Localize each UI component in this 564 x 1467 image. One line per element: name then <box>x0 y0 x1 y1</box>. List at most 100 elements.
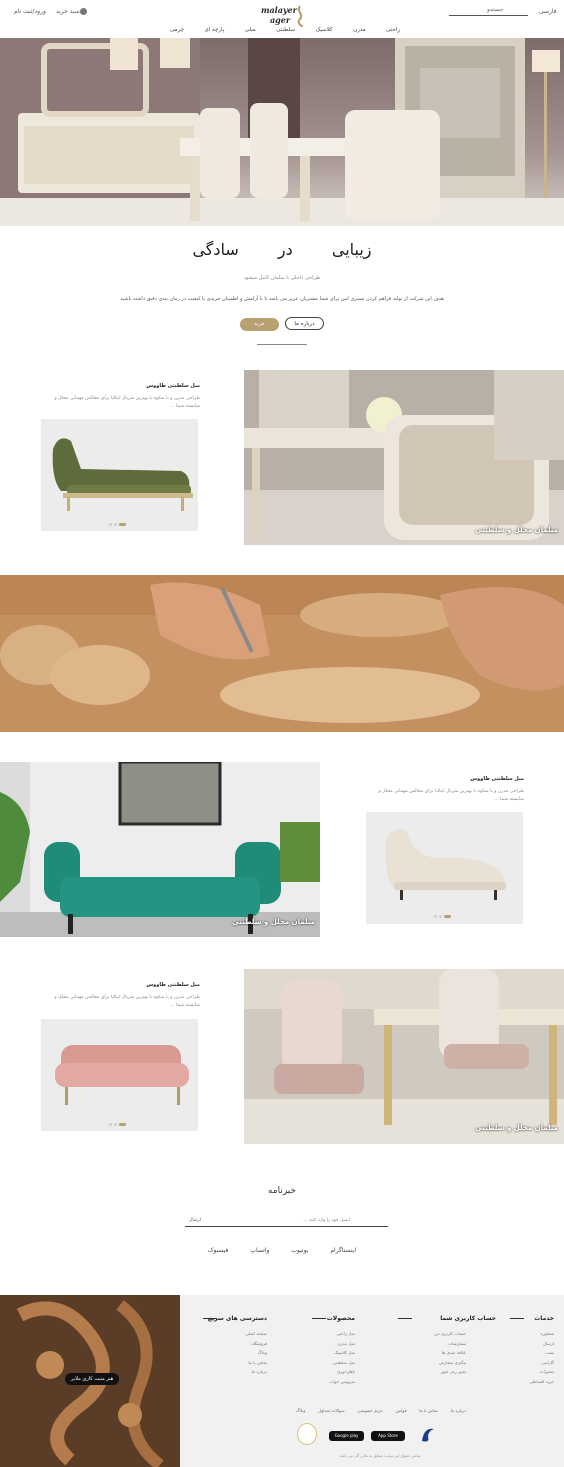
divider <box>312 1318 326 1319</box>
google-play-badge[interactable]: Google play <box>329 1431 364 1441</box>
copyright: تمامی حقوق این سایت متعلق به ملایر آگر م… <box>339 1453 421 1458</box>
hero-subtitle: طراحی داخلی با مبلمان کامل میشود <box>243 275 321 281</box>
footer-link[interactable]: مبل سلطنتی <box>329 1358 355 1368</box>
footer-link[interactable]: مبل راحتی <box>329 1329 355 1339</box>
footer-bottom-links: درباره ما تماس با ما قوانین حریم خصوصی س… <box>296 1408 466 1413</box>
art-label: هنر منبت کاری ملایر <box>65 1373 120 1385</box>
footer-bottom-link[interactable]: قوانین <box>396 1408 407 1413</box>
nav-item-fabric[interactable]: پارچه ای <box>204 27 224 37</box>
footer-link[interactable]: سرویس خواب <box>329 1377 355 1387</box>
carving-banner <box>0 575 564 732</box>
footer-link[interactable]: تعمیرات <box>529 1367 554 1377</box>
hero-title: زیبایی در سادگی <box>192 240 372 259</box>
logo-word-2: ager <box>270 15 291 25</box>
footer-link[interactable]: علاقه مندی ها <box>434 1348 466 1358</box>
product-description: طراحی مدرن و با شکوه با بهترین متریال ای… <box>54 995 201 1008</box>
product-photo <box>41 1019 198 1131</box>
search-input[interactable]: جستجو <box>449 6 528 16</box>
photo-caption: مبلمان مجلل و سلطنتی <box>475 526 558 534</box>
trust-seal-icon[interactable] <box>297 1423 317 1445</box>
buy-button[interactable]: خرید <box>240 318 279 331</box>
footer-link[interactable]: درباره ما <box>245 1367 267 1377</box>
nav-item-mobli[interactable]: مبلی <box>245 27 256 37</box>
carousel-dots[interactable] <box>434 915 451 918</box>
nav-item-rahati[interactable]: راحتی <box>386 27 400 37</box>
hero-image <box>0 38 564 226</box>
footer-bottom-link[interactable]: تماس با ما <box>419 1408 438 1413</box>
enamad-seal-icon[interactable] <box>418 1423 438 1445</box>
product-description: طراحی مدرن و با شکوه با بهترین متریال ای… <box>54 396 201 409</box>
footer-link[interactable]: گارانتی <box>529 1358 554 1368</box>
product-photo-large: مبلمان مجلل و سلطنتی <box>244 969 564 1144</box>
footer-link[interactable]: مشاوره <box>529 1329 555 1339</box>
hero-description: هدف این شرکت از تولید فراهم کردن بستری ا… <box>120 296 444 302</box>
divider <box>398 1318 412 1319</box>
footer-bottom-link[interactable]: حریم خصوصی <box>357 1408 383 1413</box>
footer-link[interactable]: خرید اقساطی <box>529 1377 554 1387</box>
divider <box>257 344 307 345</box>
footer-link[interactable]: تغییر رمز عبور <box>434 1367 466 1377</box>
main-nav: راحتی مدرن کلاسیک سلطنتی مبلی پارچه ای چ… <box>170 27 400 37</box>
product-title: مبل سلطنتی طاووس <box>146 982 200 988</box>
social-facebook[interactable]: فیسبوک <box>208 1247 228 1254</box>
social-links: اینستاگرام یوتیوب واتساپ فیسبوک <box>208 1247 356 1254</box>
footer-col-title: حساب کاربری شما <box>440 1315 496 1322</box>
footer-link[interactable]: مبل کلاسیک <box>329 1348 355 1358</box>
newsletter-title: خبرنامه <box>267 1186 297 1196</box>
logo-mark-icon <box>297 5 304 27</box>
social-whatsapp[interactable]: واتساپ <box>250 1247 269 1254</box>
footer-bottom-link[interactable]: درباره ما <box>451 1408 466 1413</box>
social-youtube[interactable]: یوتیوب <box>291 1247 308 1254</box>
footer-link[interactable]: ناهارخوری <box>329 1367 355 1377</box>
photo-caption: مبلمان مجلل و سلطنتی <box>232 918 315 926</box>
header: فارسی جستجو malayer ager سبد خرید ورود/ث… <box>0 0 564 38</box>
carousel-dots[interactable] <box>109 523 126 526</box>
footer: هنر منبت کاری ملایر خدمات مشاوره ارسال ن… <box>0 1295 564 1467</box>
footer-link[interactable]: صفحه اصلی <box>245 1329 267 1339</box>
product-card[interactable] <box>366 812 523 924</box>
product-photo-large: مبلمان مجلل و سلطنتی <box>244 370 564 545</box>
page: فارسی جستجو malayer ager سبد خرید ورود/ث… <box>0 0 564 1467</box>
product-card[interactable] <box>41 1019 198 1131</box>
logo-word-1: malayer <box>261 5 297 15</box>
footer-bottom-link[interactable]: وبلاگ <box>296 1408 305 1413</box>
social-instagram[interactable]: اینستاگرام <box>330 1247 356 1254</box>
footer-link-list: صفحه اصلی فروشگاه وبلاگ تماس با ما دربار… <box>245 1329 267 1377</box>
footer-link[interactable]: تماس با ما <box>245 1358 267 1368</box>
nav-item-modern[interactable]: مدرن <box>353 27 366 37</box>
nav-item-royal[interactable]: سلطنتی <box>276 27 295 37</box>
footer-link[interactable]: حساب کاربری من <box>434 1329 466 1339</box>
footer-link[interactable]: مبل مدرن <box>329 1339 355 1349</box>
divider <box>203 1318 217 1319</box>
footer-link-list: مبل راحتی مبل مدرن مبل کلاسیک مبل سلطنتی… <box>329 1329 355 1386</box>
divider <box>510 1318 524 1319</box>
footer-link[interactable]: فروشگاه <box>245 1339 267 1349</box>
login-link[interactable]: ورود/ثبت نام <box>14 8 46 15</box>
footer-link[interactable]: پیگیری سفارش <box>434 1358 466 1368</box>
footer-col-title: محصولات <box>326 1315 355 1322</box>
product-photo-large: مبلمان مجلل و سلطنتی <box>0 762 320 937</box>
product-card[interactable] <box>41 419 198 531</box>
language-link[interactable]: فارسی <box>539 8 557 15</box>
product-photo <box>366 812 523 924</box>
newsletter-send-button[interactable]: ارسال <box>189 1218 201 1223</box>
carousel-dots[interactable] <box>109 1123 126 1126</box>
footer-link[interactable]: نصب <box>529 1348 554 1358</box>
product-photo <box>41 419 198 531</box>
about-button[interactable]: درباره ما <box>285 317 324 330</box>
product-title: مبل سلطنتی طاووس <box>470 776 524 782</box>
nav-item-classic[interactable]: کلاسیک <box>316 27 333 37</box>
cart-link[interactable]: سبد خرید <box>56 8 80 15</box>
newsletter-email-input[interactable]: ایمیل خود را وارد کنید ... ارسال <box>185 1216 388 1227</box>
footer-link[interactable]: سفارشات <box>434 1339 466 1349</box>
footer-link[interactable]: ارسال <box>529 1339 554 1349</box>
cart-icon[interactable] <box>80 8 87 15</box>
product-description: طراحی مدرن و با شکوه با بهترین متریال ای… <box>378 789 525 802</box>
footer-link-list: حساب کاربری من سفارشات علاقه مندی ها پیگ… <box>434 1329 466 1377</box>
footer-bottom-link[interactable]: سوالات متداول <box>318 1408 344 1413</box>
footer-link[interactable]: وبلاگ <box>245 1348 267 1358</box>
photo-caption: مبلمان مجلل و سلطنتی <box>475 1124 558 1132</box>
nav-item-leather[interactable]: چرمی <box>170 27 184 37</box>
app-store-badge[interactable]: App Store <box>371 1431 405 1441</box>
product-title: مبل سلطنتی طاووس <box>146 383 200 389</box>
